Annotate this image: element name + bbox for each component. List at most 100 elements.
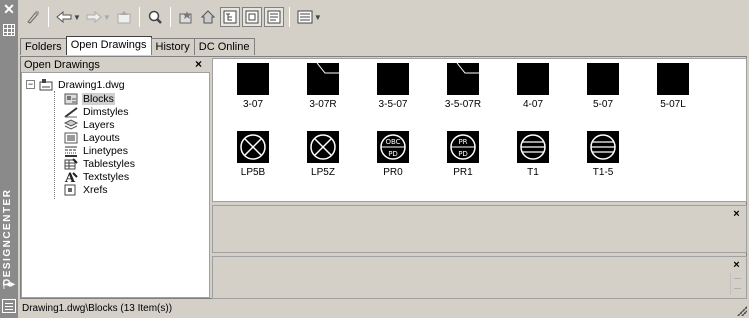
tree-toggle-icon[interactable] — [219, 7, 240, 27]
menu-icon[interactable] — [2, 299, 16, 313]
block-label: 5-07 — [592, 99, 613, 110]
tree-connector — [54, 91, 55, 199]
block-label: 4-07 — [522, 99, 543, 110]
dimstyles-icon — [64, 106, 79, 118]
description-icon[interactable] — [263, 7, 284, 27]
block-item[interactable]: T1-5 — [573, 131, 633, 178]
tab-open-drawings[interactable]: Open Drawings — [65, 36, 152, 55]
forward-icon[interactable] — [83, 6, 105, 28]
views-dropdown-icon[interactable]: ▼ — [314, 13, 322, 22]
forward-dropdown-icon[interactable]: ▼ — [103, 13, 111, 22]
block-item[interactable]: 3-07 — [223, 63, 283, 110]
tab-dc-online[interactable]: DC Online — [193, 38, 255, 55]
block-label: 3-07R — [309, 99, 337, 110]
tab-history[interactable]: History — [150, 38, 195, 55]
block-thumbnail: PR PD — [447, 131, 479, 163]
search-icon[interactable] — [144, 6, 166, 28]
tree-header: Open Drawings — [24, 59, 100, 71]
tree-node-label: Drawing1.dwg — [58, 78, 125, 91]
block-item[interactable]: 4-07 — [503, 63, 563, 110]
views-icon[interactable] — [294, 6, 316, 28]
content-pane[interactable]: 3-07 3-07R 3-5-07 3-5-07R 4-07 5-07 5-07L LP5B L… — [212, 58, 747, 202]
thumbnail-text: PD — [458, 150, 468, 158]
xrefs-icon — [64, 184, 79, 196]
block-label: LP5B — [240, 167, 266, 178]
block-item[interactable]: T1 — [503, 131, 563, 178]
block-item[interactable]: 5-07L — [643, 63, 703, 110]
textstyles-icon: A — [64, 171, 79, 186]
block-label: 5-07L — [660, 99, 686, 110]
up-icon[interactable] — [113, 6, 135, 28]
block-item[interactable]: 3-07R — [293, 63, 353, 110]
block-thumbnail — [237, 131, 269, 163]
toolbar-separator — [138, 7, 140, 27]
block-item[interactable]: 3-5-07R — [433, 63, 493, 110]
block-item[interactable]: 5-07 — [573, 63, 633, 110]
close-icon[interactable]: ✕ — [3, 2, 15, 16]
toolbar-separator — [288, 7, 290, 27]
block-label: T1 — [527, 167, 539, 178]
autohide-arrows-icon[interactable]: |◂▸ — [2, 279, 16, 290]
thumbnail-text: PD — [388, 150, 398, 158]
tree-node-label: Linetypes — [83, 144, 128, 157]
tree-node-label: Layers — [83, 118, 115, 131]
layouts-icon — [64, 132, 79, 144]
tree-node-dimstyles[interactable]: Dimstyles — [64, 105, 130, 118]
description-scrollbar[interactable] — [730, 273, 743, 295]
tab-folders[interactable]: Folders — [20, 38, 67, 55]
block-item[interactable]: PR PD PR1 — [433, 131, 493, 178]
tree-node-label: Blocks — [82, 92, 115, 105]
block-item[interactable]: OBC PD PR0 — [363, 131, 423, 178]
tree-node-drawing[interactable]: − Drawing1.dwg — [26, 78, 126, 91]
load-icon[interactable] — [22, 6, 44, 28]
tree-node-linetypes[interactable]: Linetypes — [64, 144, 129, 157]
tree-node-tablestyles[interactable]: Tablestyles — [64, 157, 136, 170]
tree-node-textstyles[interactable]: A Textstyles — [64, 170, 130, 186]
back-icon[interactable] — [53, 6, 75, 28]
drawing-file-icon — [39, 78, 54, 91]
block-thumbnail — [307, 131, 339, 163]
preview-close-icon[interactable]: × — [731, 209, 742, 220]
block-thumbnail — [587, 63, 619, 95]
block-label: PR0 — [383, 167, 403, 178]
preview-pane: × — [212, 205, 747, 253]
tree-node-blocks[interactable]: Blocks — [64, 92, 115, 105]
properties-icon[interactable] — [3, 24, 15, 36]
block-thumbnail — [237, 63, 269, 95]
tree-node-layouts[interactable]: Layouts — [64, 131, 121, 144]
block-thumbnail — [377, 63, 409, 95]
favorites-icon[interactable] — [175, 6, 197, 28]
block-item[interactable]: LP5B — [223, 131, 283, 178]
preview-icon[interactable] — [241, 7, 262, 27]
toolbar-separator — [169, 7, 171, 27]
blocks-icon — [64, 93, 79, 105]
block-label: 3-07 — [242, 99, 263, 110]
back-dropdown-icon[interactable]: ▼ — [73, 13, 81, 22]
tree-node-layers[interactable]: Layers — [63, 118, 116, 131]
collapse-icon[interactable]: − — [26, 80, 35, 89]
block-thumbnail — [657, 63, 689, 95]
block-thumbnail: OBC PD — [377, 131, 409, 163]
block-thumbnail — [587, 131, 619, 163]
tree-node-xrefs[interactable]: Xrefs — [64, 183, 109, 196]
description-pane: × — [212, 256, 747, 299]
block-label: PR1 — [453, 167, 473, 178]
tablestyles-icon — [64, 157, 79, 170]
tree-node-label: Xrefs — [83, 183, 108, 196]
toolbar: ▼ ▼ ▼ — [22, 4, 324, 30]
tree-node-label: Layouts — [83, 131, 120, 144]
palette-title-text: DESIGNCENTER — [2, 188, 13, 286]
tree-view[interactable]: − Drawing1.dwg Blocks Dimstyles Layers L… — [21, 72, 210, 298]
tab-strip: Folders Open Drawings History DC Online — [20, 36, 255, 56]
block-label: LP5Z — [311, 167, 335, 178]
block-thumbnail — [307, 63, 339, 95]
description-close-icon[interactable]: × — [731, 260, 742, 271]
tree-node-label: Dimstyles — [83, 105, 129, 118]
block-item[interactable]: 3-5-07 — [363, 63, 423, 110]
home-icon[interactable] — [197, 6, 219, 28]
block-item[interactable]: LP5Z — [293, 131, 353, 178]
tree-close-icon[interactable]: × — [195, 57, 202, 71]
block-label: 3-5-07R — [444, 99, 482, 110]
block-label: 3-5-07 — [378, 99, 408, 110]
resize-grip-icon[interactable] — [737, 306, 747, 316]
